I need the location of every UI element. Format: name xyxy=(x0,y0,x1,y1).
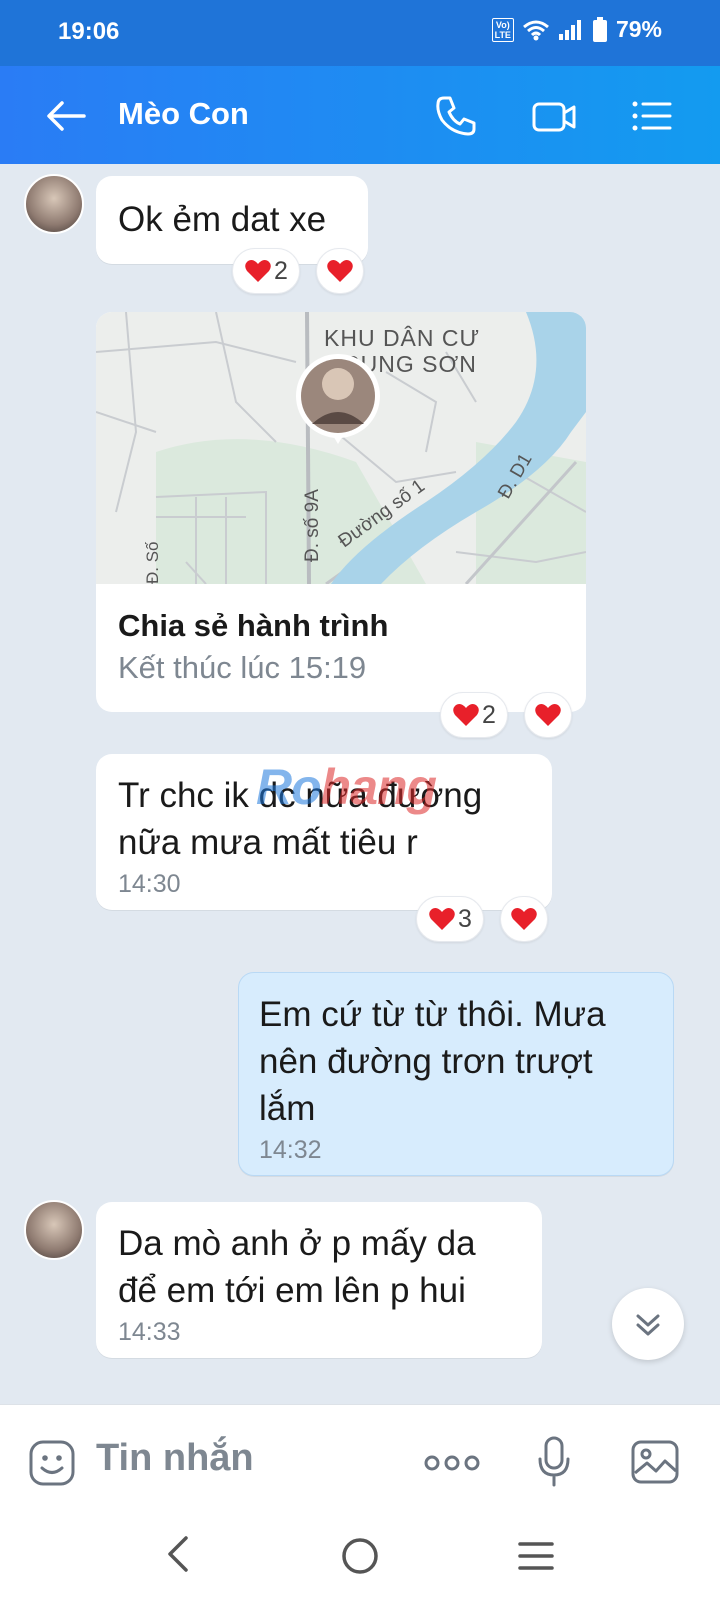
message-text: Da mò anh ở p mấy da để em tới em lên p … xyxy=(118,1224,476,1310)
message-input-bar: Tin nhắn xyxy=(0,1404,720,1520)
back-arrow-icon[interactable] xyxy=(44,96,88,136)
nav-back-icon[interactable] xyxy=(164,1534,192,1574)
message-text: Em cứ từ từ thôi. Mưa nên đường trơn trư… xyxy=(259,995,606,1128)
contact-name[interactable]: Mèo Con xyxy=(118,96,249,132)
message-bubble[interactable]: Da mò anh ở p mấy da để em tới em lên p … xyxy=(96,1202,542,1358)
message-bubble-outgoing[interactable]: Em cứ từ từ thôi. Mưa nên đường trơn trư… xyxy=(238,972,674,1176)
double-chevron-down-icon xyxy=(636,1314,660,1336)
map-label-area: KHU DÂN CƯ xyxy=(324,325,480,351)
heart-icon xyxy=(245,260,271,282)
menu-list-icon[interactable] xyxy=(628,92,676,140)
heart-icon xyxy=(327,260,353,282)
reaction-summary[interactable]: 2 xyxy=(440,692,508,738)
image-icon[interactable] xyxy=(630,1439,680,1485)
emoji-icon[interactable] xyxy=(28,1439,76,1487)
map-label-road-so: Đ. Số xyxy=(143,541,162,584)
system-nav-bar xyxy=(0,1520,720,1600)
heart-icon xyxy=(535,704,561,726)
microphone-icon[interactable] xyxy=(536,1435,572,1489)
more-dots-icon[interactable] xyxy=(424,1451,480,1475)
react-button[interactable] xyxy=(524,692,572,738)
heart-icon xyxy=(429,908,455,930)
message-text: Ok ẻm dat xe xyxy=(118,200,327,239)
status-icons: Vo) LTE 79% xyxy=(491,16,662,43)
react-button[interactable] xyxy=(316,248,364,294)
heart-icon xyxy=(511,908,537,930)
nav-recents-icon[interactable] xyxy=(516,1540,556,1572)
location-share-card[interactable]: KHU DÂN CƯ TRUNG SƠN Đ. số 9A Đường số 1… xyxy=(96,312,586,712)
battery-percent: 79% xyxy=(615,16,662,42)
reaction-summary[interactable]: 3 xyxy=(416,896,484,942)
chat-header: Mèo Con xyxy=(0,66,720,164)
message-time: 14:30 xyxy=(118,870,181,898)
contact-avatar[interactable] xyxy=(24,1200,84,1260)
signal-icon xyxy=(558,19,581,40)
scroll-to-bottom-button[interactable] xyxy=(612,1288,684,1360)
reaction-count: 2 xyxy=(274,256,288,285)
message-time: 14:33 xyxy=(118,1318,181,1346)
reaction-count: 3 xyxy=(458,904,472,933)
status-time: 19:06 xyxy=(58,18,120,45)
battery-icon xyxy=(592,16,607,42)
location-card-title: Chia sẻ hành trình xyxy=(118,608,389,643)
heart-icon xyxy=(453,704,479,726)
location-card-subtitle: Kết thúc lúc 15:19 xyxy=(118,650,367,685)
video-call-icon[interactable] xyxy=(530,92,578,140)
wifi-icon xyxy=(522,20,549,40)
phone-icon[interactable] xyxy=(432,92,480,140)
contact-avatar[interactable] xyxy=(24,174,84,234)
reaction-count: 2 xyxy=(482,700,496,729)
nav-home-icon[interactable] xyxy=(340,1536,380,1576)
status-bar: 19:06 Vo) LTE 79% xyxy=(0,0,720,66)
watermark-logo: Rohang xyxy=(256,759,437,815)
volte-badge: Vo) LTE xyxy=(491,17,514,42)
message-time: 14:32 xyxy=(259,1136,322,1164)
reaction-summary[interactable]: 2 xyxy=(232,248,300,294)
map-preview[interactable]: KHU DÂN CƯ TRUNG SƠN Đ. số 9A Đường số 1… xyxy=(96,312,586,584)
react-button[interactable] xyxy=(500,896,548,942)
message-input[interactable]: Tin nhắn xyxy=(96,1437,254,1480)
map-label-road-9a: Đ. số 9A xyxy=(302,489,323,562)
